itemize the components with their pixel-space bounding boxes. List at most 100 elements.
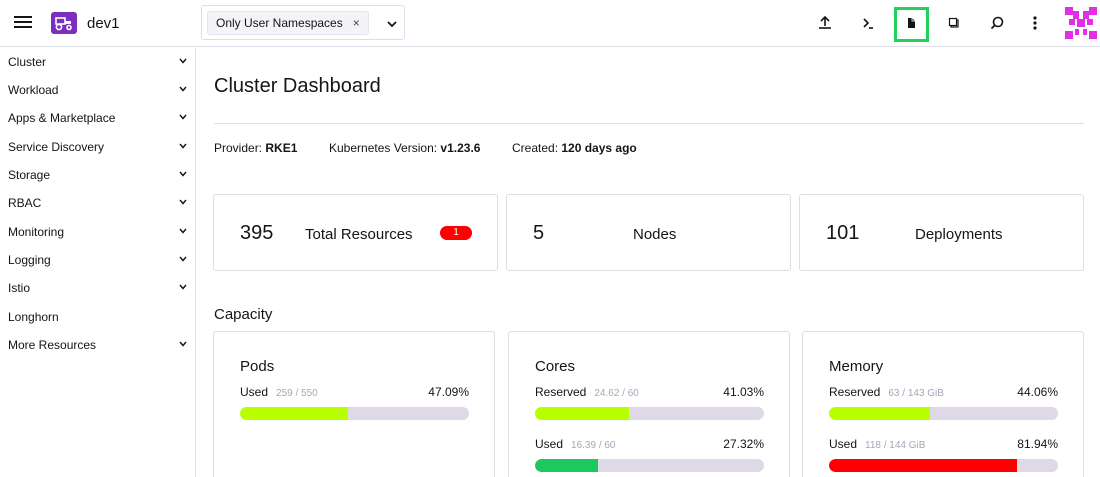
close-icon[interactable]: × xyxy=(353,12,360,34)
chevron-down-icon xyxy=(179,114,187,120)
top-header: dev1 Only User Namespaces × xyxy=(0,0,1100,47)
pods-capacity-card: Pods Used 259 / 550 47.09% xyxy=(213,331,495,477)
total-resources-card[interactable]: 395 Total Resources 1 xyxy=(213,194,498,271)
sidebar-item-istio[interactable]: Istio xyxy=(0,274,195,302)
count-number: 5 xyxy=(533,222,545,244)
sidebar-item-label: Cluster xyxy=(8,55,47,69)
gauge-track xyxy=(829,407,1058,420)
sidebar-item-label: Workload xyxy=(8,83,59,97)
gauge-label: Reserved 63 / 143 GiB xyxy=(829,385,944,399)
gauge-label-text: Used xyxy=(240,385,269,399)
terminal-icon[interactable] xyxy=(858,13,878,33)
kubernetes-version-info: Kubernetes Version: v1.23.6 xyxy=(329,141,480,155)
sidebar-item-workload[interactable]: Workload xyxy=(0,76,195,104)
gauge-label-text: Used xyxy=(535,437,564,451)
sidebar-item-cluster[interactable]: Cluster xyxy=(0,48,195,76)
gauge-percent: 27.32% xyxy=(723,437,764,451)
created-info: Created: 120 days ago xyxy=(512,141,637,155)
namespace-chip-label: Only User Namespaces xyxy=(216,16,343,30)
divider xyxy=(214,123,1084,124)
gauge-detail: 24.62 / 60 xyxy=(594,388,639,399)
sidebar-item-label: Apps & Marketplace xyxy=(8,111,116,125)
sidebar-item-longhorn[interactable]: Longhorn xyxy=(0,303,195,331)
gauge-percent: 47.09% xyxy=(428,385,469,399)
page-title: Cluster Dashboard xyxy=(214,75,381,97)
gauge-percent: 81.94% xyxy=(1017,437,1058,451)
gauge-label-text: Used xyxy=(829,437,858,451)
chevron-down-icon[interactable] xyxy=(386,17,398,29)
gauge-fill xyxy=(535,407,629,420)
cores-capacity-card: Cores Reserved 24.62 / 60 41.03% Used 16.3… xyxy=(508,331,790,477)
count-label: Nodes xyxy=(633,226,677,243)
provider-label: Provider: xyxy=(214,141,263,155)
chevron-down-icon xyxy=(179,284,187,290)
upload-icon[interactable] xyxy=(815,13,835,33)
gauge-label: Used 16.39 / 60 xyxy=(535,437,616,451)
gauge-label: Used 118 / 144 GiB xyxy=(829,437,925,451)
sidebar-item-storage[interactable]: Storage xyxy=(0,161,195,189)
gauge-label: Used 259 / 550 xyxy=(240,385,318,399)
capacity-title: Capacity xyxy=(214,306,273,323)
gauge-track xyxy=(535,407,764,420)
main-content: Cluster Dashboard Provider: RKE1 Kuberne… xyxy=(197,48,1100,477)
chevron-down-icon xyxy=(179,58,187,64)
gauge-fill xyxy=(829,459,1017,472)
gauge-track xyxy=(829,459,1058,472)
gauge-track xyxy=(240,407,469,420)
sidebar: Cluster Workload Apps & Marketplace Serv… xyxy=(0,48,196,477)
capacity-card-title: Cores xyxy=(535,358,576,375)
namespace-filter[interactable]: Only User Namespaces × xyxy=(201,5,405,40)
copy-icon[interactable] xyxy=(944,13,964,33)
chevron-down-icon xyxy=(179,228,187,234)
provider-info: Provider: RKE1 xyxy=(214,141,297,155)
cluster-tractor-icon xyxy=(51,12,77,34)
namespace-chip: Only User Namespaces × xyxy=(207,11,369,35)
sidebar-item-label: Storage xyxy=(8,168,51,182)
count-number: 101 xyxy=(826,222,860,244)
count-label: Deployments xyxy=(915,226,1003,243)
count-number: 395 xyxy=(240,222,274,244)
chevron-down-icon xyxy=(179,143,187,149)
gauge-detail: 63 / 143 GiB xyxy=(888,388,944,399)
kubernetes-version-label: Kubernetes Version: xyxy=(329,141,438,155)
user-avatar-icon[interactable] xyxy=(1065,7,1097,39)
sidebar-item-logging[interactable]: Logging xyxy=(0,246,195,274)
sidebar-item-rbac[interactable]: RBAC xyxy=(0,189,195,217)
chevron-down-icon xyxy=(179,86,187,92)
sidebar-item-label: Istio xyxy=(8,281,31,295)
deployments-card[interactable]: 101 Deployments xyxy=(799,194,1084,271)
chevron-down-icon xyxy=(179,341,187,347)
gauge-detail: 259 / 550 xyxy=(276,388,318,399)
sidebar-item-more-resources[interactable]: More Resources xyxy=(0,331,195,359)
chevron-down-icon xyxy=(179,171,187,177)
warning-badge: 1 xyxy=(440,226,472,240)
menu-icon[interactable] xyxy=(14,15,32,29)
created-label: Created: xyxy=(512,141,559,155)
sidebar-item-apps[interactable]: Apps & Marketplace xyxy=(0,104,195,132)
sidebar-item-service-discovery[interactable]: Service Discovery xyxy=(0,133,195,161)
gauge-percent: 41.03% xyxy=(723,385,764,399)
sidebar-item-label: Logging xyxy=(8,253,51,267)
sidebar-item-label: RBAC xyxy=(8,196,42,210)
nodes-card[interactable]: 5 Nodes xyxy=(506,194,791,271)
file-icon[interactable] xyxy=(901,13,921,33)
cluster-name[interactable]: dev1 xyxy=(87,15,120,32)
kubernetes-version-value: v1.23.6 xyxy=(440,141,481,155)
provider-value: RKE1 xyxy=(265,141,298,155)
search-icon[interactable] xyxy=(987,13,1007,33)
memory-capacity-card: Memory Reserved 63 / 143 GiB 44.06% Used 1… xyxy=(802,331,1084,477)
gauge-label: Reserved 24.62 / 60 xyxy=(535,385,639,399)
gauge-detail: 118 / 144 GiB xyxy=(865,440,926,451)
gauge-detail: 16.39 / 60 xyxy=(571,440,616,451)
sidebar-item-label: Monitoring xyxy=(8,225,65,239)
sidebar-item-monitoring[interactable]: Monitoring xyxy=(0,218,195,246)
gauge-track xyxy=(535,459,764,472)
more-vert-icon[interactable] xyxy=(1025,13,1045,33)
gauge-percent: 44.06% xyxy=(1017,385,1058,399)
created-value: 120 days ago xyxy=(561,141,637,155)
gauge-fill xyxy=(535,459,598,472)
capacity-card-title: Memory xyxy=(829,358,884,375)
sidebar-item-label: Service Discovery xyxy=(8,140,105,154)
capacity-card-title: Pods xyxy=(240,358,275,375)
count-label: Total Resources xyxy=(305,226,413,243)
